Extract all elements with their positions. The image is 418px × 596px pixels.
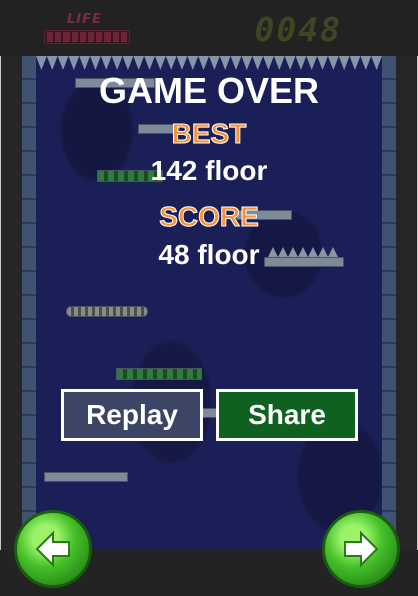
- move-right-button[interactable]: [322, 510, 400, 588]
- conveyor-platform: [66, 306, 148, 317]
- score-counter: 0048: [254, 10, 342, 49]
- ceiling-spikes: [36, 56, 382, 70]
- score-value: 48 floor: [158, 239, 260, 270]
- bounce-platform: [116, 368, 202, 380]
- game-over-title: GAME OVER: [98, 70, 320, 111]
- score-label: SCORE: [159, 201, 260, 233]
- hud: LIFE 0048: [0, 0, 418, 56]
- best-value: 142 floor: [150, 155, 268, 186]
- best-label: BEST: [171, 118, 247, 150]
- platform: [44, 472, 128, 482]
- replay-button[interactable]: Replay: [61, 389, 203, 441]
- share-button[interactable]: Share: [216, 389, 358, 441]
- life-bar: [44, 30, 130, 44]
- right-arrow-icon: [344, 530, 379, 568]
- left-arrow-icon: [35, 530, 70, 568]
- life-label: LIFE: [67, 12, 102, 27]
- move-left-button[interactable]: [14, 510, 92, 588]
